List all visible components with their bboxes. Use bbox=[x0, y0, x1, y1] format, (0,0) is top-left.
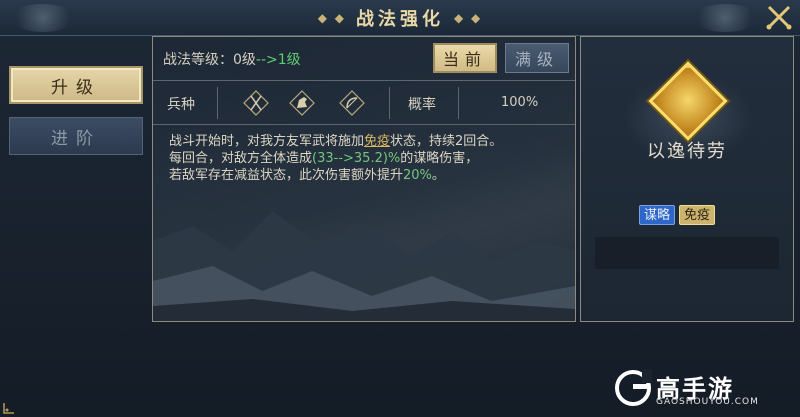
page-title: 战法强化 bbox=[356, 9, 444, 30]
mountain-background bbox=[153, 211, 575, 321]
troop-row: 兵种 概率 100% bbox=[153, 81, 575, 125]
title-wrap: ◆ ◆ 战法强化 ◆ ◆ bbox=[290, 0, 510, 36]
level-row: 战法等级：0级-->1级 当前 满级 bbox=[153, 37, 575, 81]
skill-detail-panel: 战法等级：0级-->1级 当前 满级 兵种 概率 100% 战斗开始时，对我方友… bbox=[152, 36, 576, 322]
cloud-ornament-left bbox=[8, 4, 78, 32]
desc-text: 的谋略伤害， bbox=[400, 151, 479, 166]
spear-infantry-icon bbox=[243, 90, 269, 116]
close-icon bbox=[766, 5, 792, 30]
tag-immune: 免疫 bbox=[679, 205, 716, 225]
divider bbox=[389, 87, 390, 119]
divider bbox=[217, 87, 218, 119]
skill-tags: 谋略 免疫 bbox=[639, 205, 716, 225]
level-target: 1级 bbox=[277, 52, 301, 68]
watermark-logo-icon bbox=[615, 369, 652, 406]
upgrade-button[interactable]: 升级 bbox=[9, 66, 143, 104]
skill-description: 战斗开始时，对我方友军武将施加免疫状态，持续2回合。 每回合，对敌方全体造成(3… bbox=[169, 133, 565, 184]
tab-max-level[interactable]: 满级 bbox=[505, 43, 569, 73]
close-button[interactable] bbox=[764, 2, 794, 32]
header-bar: ◆ ◆ 战法强化 ◆ ◆ bbox=[0, 0, 800, 36]
level-arrow: --> bbox=[255, 52, 278, 68]
info-strip bbox=[595, 237, 779, 269]
tag-strategy: 谋略 bbox=[639, 205, 676, 225]
desc-text: 若敌军存在减益状态，此次伤害额外提升 bbox=[169, 168, 404, 183]
advance-button[interactable]: 进阶 bbox=[9, 117, 143, 155]
rate-value: 100% bbox=[501, 95, 539, 110]
corner-ornament-icon bbox=[3, 403, 14, 414]
desc-text: 战斗开始时，对我方友军武将施加 bbox=[169, 134, 365, 149]
troop-type-label: 兵种 bbox=[167, 97, 195, 113]
level-prefix: 战法等级：0级 bbox=[163, 52, 256, 68]
skill-level-label: 战法等级：0级-->1级 bbox=[163, 49, 301, 69]
skill-name: 以逸待劳 bbox=[647, 141, 727, 162]
divider bbox=[458, 87, 459, 119]
rate-label: 概率 bbox=[408, 97, 436, 113]
title-deco-left: ◆ ◆ bbox=[317, 11, 346, 25]
desc-text: 每回合，对敌方全体造成 bbox=[169, 151, 313, 166]
watermark: 高手游 GAOSHOUYOU.COM bbox=[614, 367, 784, 411]
bonus-value: 20% bbox=[403, 168, 432, 183]
immune-keyword-link[interactable]: 免疫 bbox=[364, 134, 390, 149]
tab-current[interactable]: 当前 bbox=[433, 43, 497, 73]
cavalry-icon bbox=[289, 90, 315, 116]
title-deco-right: ◆ ◆ bbox=[454, 11, 483, 25]
damage-value: (33-->35.2)% bbox=[312, 151, 401, 166]
archer-icon bbox=[339, 90, 365, 116]
watermark-subtext: GAOSHOUYOU.COM bbox=[656, 397, 759, 407]
desc-text: 。 bbox=[431, 168, 445, 183]
cloud-ornament-right bbox=[690, 4, 760, 32]
skill-card: 以逸待劳 谋略 免疫 bbox=[580, 36, 794, 322]
desc-text: 状态，持续2回合。 bbox=[390, 134, 503, 149]
